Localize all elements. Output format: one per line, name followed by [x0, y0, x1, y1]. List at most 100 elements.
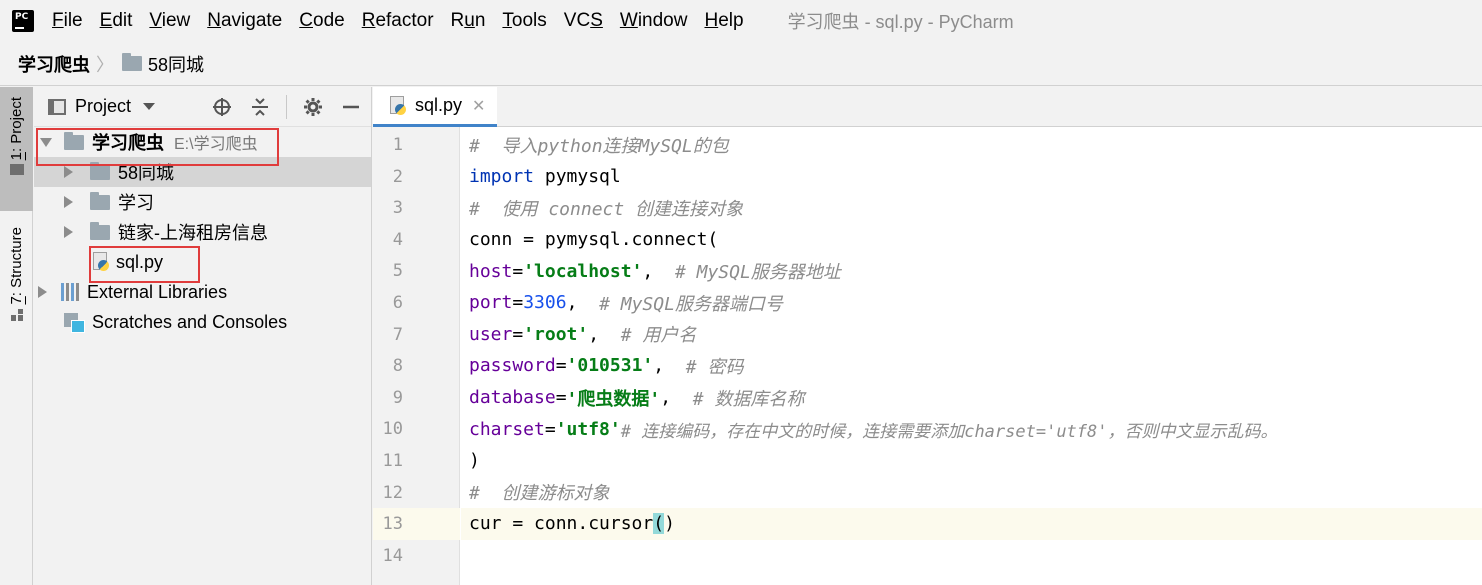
editor-tab-bar: sql.py ✕ — [373, 87, 1482, 127]
code-line: charset ='utf8' # 连接编码，存在中文的时候，连接需要添加char… — [469, 418, 1278, 442]
chevron-right-icon[interactable] — [64, 226, 73, 238]
code-string: 'localhost' — [523, 260, 643, 282]
gear-icon[interactable] — [301, 95, 325, 119]
minimize-icon[interactable] — [339, 95, 363, 119]
code-number: 3306 — [523, 292, 567, 314]
collapse-all-icon[interactable] — [248, 95, 272, 119]
line-number: 4 — [392, 229, 403, 250]
code-comment: # 导入python连接MySQL的包 — [469, 135, 729, 157]
menu-item[interactable]: Window — [620, 10, 688, 32]
code-comment: # MySQL服务器端口号 — [599, 293, 783, 315]
line-number: 11 — [382, 451, 403, 471]
code-line: host ='localhost', # MySQL服务器地址 — [461, 255, 1482, 287]
breadcrumb-child[interactable]: 58同城 — [148, 51, 204, 77]
breadcrumb-separator-icon: 〉 — [96, 54, 114, 75]
menu-item[interactable]: File — [52, 10, 83, 32]
menu-item[interactable]: Code — [299, 10, 344, 32]
project-panel: Project 学习爬虫 E:\学习爬虫 58同城 学习 链家-上海租房信息 s… — [34, 87, 372, 585]
tree-item-label: 链家-上海租房信息 — [118, 223, 268, 243]
line-number-gutter: 1 2 3 4 5 6 7 8 9 10 11 12 13 14 — [373, 127, 460, 585]
left-tool-strip: 1: Project 7: Structure — [0, 87, 33, 585]
code-line: import pymysql — [461, 161, 1482, 193]
tree-item-scratches[interactable]: Scratches and Consoles — [34, 307, 371, 337]
code-string: '010531' — [566, 355, 654, 377]
menu-item[interactable]: Edit — [100, 10, 133, 32]
code-comment: # 用户名 — [620, 325, 697, 347]
line-number: 2 — [392, 166, 403, 187]
menu-items: File Edit View Navigate Code Refactor Run Tools… — [52, 10, 761, 32]
chevron-right-icon[interactable] — [64, 196, 73, 208]
folder-icon — [122, 53, 142, 71]
code-line: # 使用 connect 创建连接对象 — [461, 192, 1482, 224]
project-panel-title[interactable]: Project — [75, 96, 131, 117]
tree-item-file[interactable]: sql.py — [34, 247, 371, 277]
code-text: ) — [469, 450, 480, 472]
scratches-icon — [64, 313, 85, 333]
line-number: 13 — [382, 514, 403, 535]
folder-icon — [9, 164, 24, 176]
project-view-icon — [48, 98, 66, 115]
tool-tab-project-label: 1: Project — [8, 97, 25, 161]
close-icon[interactable]: ✕ — [472, 96, 485, 116]
code-comment: # MySQL服务器地址 — [674, 262, 841, 284]
highlight-box — [89, 246, 200, 283]
code-line: port = 3306, # MySQL服务器端口号 — [461, 287, 1482, 319]
code-line: user ='root', # 用户名 — [461, 319, 1482, 351]
line-number: 5 — [392, 261, 403, 282]
line-number: 1 — [392, 135, 403, 155]
tree-item-label: 学习 — [118, 193, 154, 213]
tree-item-label: External Libraries — [87, 281, 228, 302]
breadcrumb-root[interactable]: 学习爬虫 — [18, 51, 90, 77]
project-panel-header: Project — [34, 87, 371, 127]
code-kwarg: database — [469, 387, 556, 409]
code-kwarg: user — [469, 323, 513, 345]
menu-item[interactable]: Navigate — [207, 10, 282, 32]
chevron-down-icon[interactable] — [143, 103, 156, 110]
menu-item[interactable]: Tools — [502, 10, 546, 32]
python-file-icon — [389, 95, 407, 116]
line-number: 3 — [392, 198, 403, 219]
chevron-right-icon[interactable] — [38, 286, 47, 298]
code-comment: # 密码 — [685, 356, 744, 378]
editor-tab-label: sql.py — [415, 95, 463, 115]
code-line: # 创建游标对象 — [461, 477, 1482, 509]
line-number: 9 — [392, 387, 403, 408]
line-number: 12 — [382, 482, 403, 503]
library-icon — [61, 283, 81, 301]
menu-item[interactable]: Refactor — [362, 10, 434, 32]
tree-item-folder[interactable]: 链家-上海租房信息 — [34, 217, 371, 247]
tree-item-folder[interactable]: 学习 — [34, 187, 371, 217]
menu-item[interactable]: Help — [704, 10, 743, 32]
menu-item[interactable]: View — [149, 10, 190, 32]
code-line: # 导入python连接MySQL的包 — [461, 129, 1482, 161]
folder-icon — [90, 161, 110, 180]
menu-item[interactable]: VCS — [564, 10, 603, 32]
code-text: conn = pymysql.connect( — [469, 229, 719, 251]
code-comment: # 连接编码，存在中文的时候，连接需要添加charset='utf8'，否则中文… — [620, 421, 1278, 442]
menu-item[interactable]: Run — [451, 10, 486, 32]
brace-match: ( — [653, 513, 665, 535]
locate-icon[interactable] — [210, 95, 234, 119]
tool-tab-structure[interactable]: 7: Structure — [0, 227, 33, 347]
code-comment: # 创建游标对象 — [469, 483, 610, 505]
code-string: 'root' — [523, 323, 589, 345]
tool-tab-project[interactable]: 1: Project — [0, 87, 33, 211]
chevron-right-icon[interactable] — [64, 166, 73, 178]
code-area[interactable]: # 导入python连接MySQL的包 import pymysql # 使用 … — [461, 127, 1482, 585]
window-title: 学习爬虫 - sql.py - PyCharm — [787, 12, 1014, 32]
tree-item-external-libraries[interactable]: External Libraries — [34, 277, 371, 307]
folder-icon — [90, 221, 110, 240]
code-line: ) — [461, 445, 1482, 477]
pycharm-logo-icon: PC — [10, 8, 36, 34]
code-string: '爬虫数据' — [566, 388, 661, 410]
code-text: ) — [664, 513, 675, 535]
highlight-box — [36, 128, 279, 166]
header-divider — [286, 94, 287, 119]
code-line: database = '爬虫数据', # 数据库名称 — [461, 382, 1482, 414]
code-keyword: import — [469, 165, 535, 187]
line-number: 6 — [392, 293, 403, 313]
line-number: 14 — [382, 545, 403, 566]
breadcrumb: 学习爬虫 〉 58同城 — [0, 42, 1482, 86]
editor-tab-sql-py[interactable]: sql.py ✕ — [373, 87, 497, 127]
